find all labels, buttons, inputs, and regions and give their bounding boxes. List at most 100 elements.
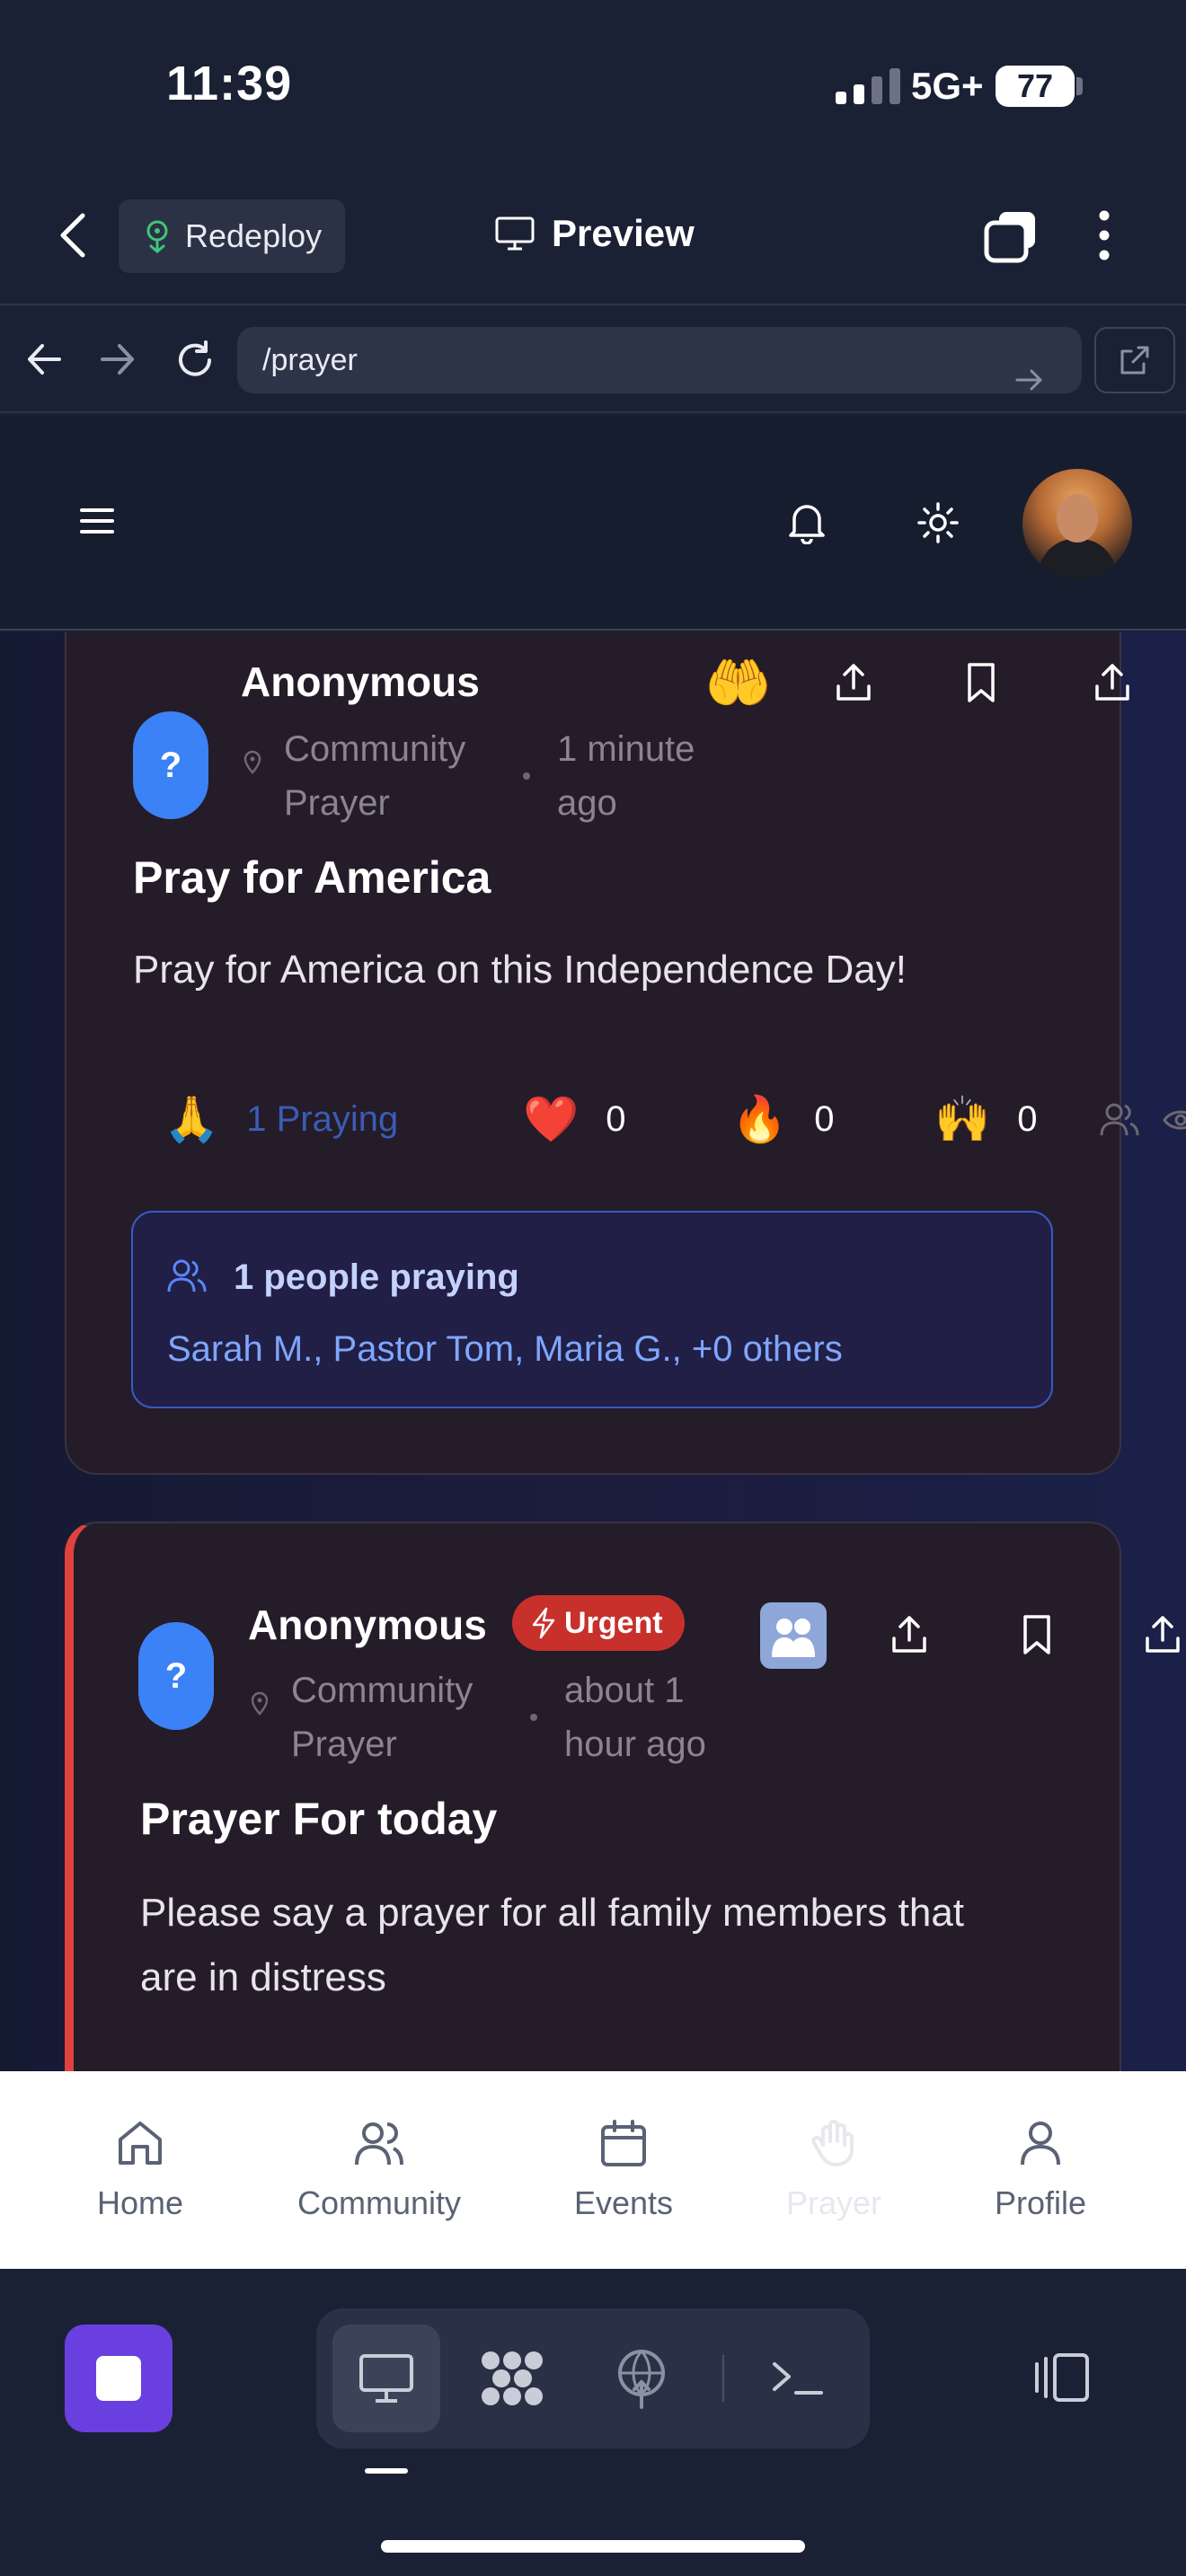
users-icon (355, 2122, 403, 2166)
map-pin-icon (251, 1691, 269, 1716)
map-pin-icon (243, 750, 261, 774)
more-icon[interactable] (1091, 208, 1118, 262)
timestamp-line: ago (557, 783, 617, 823)
category-line: Community (284, 729, 466, 769)
battery-icon: 77 (996, 66, 1075, 107)
battery-nub (1076, 77, 1083, 95)
active-indicator (365, 2468, 408, 2474)
raised-hands-icon: 🙌 (934, 1093, 991, 1144)
redeploy-button[interactable]: Redeploy (119, 199, 345, 273)
nav-label: Profile (994, 2184, 1087, 2221)
reaction-count: 0 (606, 1098, 626, 1139)
terminal-tool-button[interactable] (744, 2325, 852, 2432)
deploy-icon (146, 220, 168, 253)
share-icon[interactable] (1143, 1613, 1182, 1656)
calendar-icon (601, 2120, 646, 2166)
browser-nav-bar: /prayer (0, 307, 1186, 413)
share-icon[interactable] (834, 661, 873, 704)
home-icon (119, 2122, 162, 2165)
meta-separator (523, 772, 530, 780)
praying-summary-box: 1 people praying Sarah M., Pastor Tom, M… (131, 1211, 1053, 1408)
nav-events[interactable]: Events (516, 2118, 731, 2222)
nav-profile[interactable]: Profile (933, 2118, 1148, 2222)
stop-icon (96, 2356, 141, 2401)
share-icon[interactable] (890, 1613, 929, 1656)
arrow-back-icon[interactable] (25, 341, 63, 377)
post-body-line: Please say a prayer for all family membe… (140, 1891, 965, 1935)
praying-hands-icon: 🙏 (164, 1093, 220, 1144)
go-arrow-icon[interactable] (996, 347, 1062, 413)
prayer-feed: ? Anonymous Community Prayer 1 minute ag… (0, 632, 1186, 2071)
user-icon (1021, 2122, 1060, 2166)
reaction-count: 0 (1017, 1098, 1038, 1139)
back-chevron-icon[interactable] (56, 212, 92, 259)
category-line: Prayer (284, 783, 390, 823)
user-avatar[interactable] (1022, 469, 1132, 578)
open-external-button[interactable] (1094, 327, 1175, 393)
heart-reaction-button[interactable]: ❤️ 0 (523, 1092, 626, 1146)
heart-icon: ❤️ (523, 1093, 580, 1144)
bookmark-icon[interactable] (965, 661, 997, 704)
app-toolbar: Redeploy Preview (0, 180, 1186, 305)
url-input[interactable]: /prayer (237, 327, 1082, 393)
category-line: Prayer (291, 1725, 397, 1764)
deploy-tool-button[interactable] (588, 2325, 695, 2432)
fire-reaction-button[interactable]: 🔥 0 (731, 1092, 835, 1146)
redeploy-label: Redeploy (185, 217, 323, 254)
praying-reaction-button[interactable]: 🙏 1 Praying (164, 1092, 398, 1146)
nav-community[interactable]: Community (271, 2118, 487, 2222)
timestamp-line: 1 minute (557, 729, 695, 769)
status-bar: 11:39 5G+ 77 (0, 0, 1186, 180)
praying-count-title: 1 people praying (234, 1257, 519, 1297)
meta-separator (530, 1714, 537, 1721)
timestamp-line: about 1 (564, 1671, 685, 1710)
clock: 11:39 (166, 57, 293, 110)
urgent-label: Urgent (564, 1605, 663, 1640)
url-text: /prayer (262, 343, 358, 377)
timestamp: about 1 hour ago (564, 1663, 706, 1771)
author-name: Anonymous (248, 1601, 487, 1648)
arrow-forward-icon[interactable] (99, 341, 137, 377)
users-icon[interactable] (1100, 1101, 1139, 1137)
tabs-icon[interactable] (983, 208, 1039, 264)
stop-button[interactable] (65, 2325, 173, 2432)
post-title: Prayer For today (140, 1794, 498, 1844)
home-indicator (381, 2540, 805, 2553)
fire-icon: 🔥 (731, 1093, 788, 1144)
eye-icon[interactable] (1163, 1107, 1186, 1134)
share-icon[interactable] (1093, 661, 1132, 704)
hamburger-menu-icon[interactable] (79, 507, 115, 535)
raised-hands-reaction-button[interactable]: 🙌 0 (934, 1092, 1038, 1146)
dock-tools (316, 2308, 870, 2448)
preview-label: Preview (552, 212, 695, 254)
timestamp-line: hour ago (564, 1725, 706, 1764)
users-icon (167, 1259, 207, 1292)
nav-prayer[interactable]: Prayer (726, 2118, 942, 2222)
sun-icon[interactable] (916, 501, 960, 544)
bookmark-icon[interactable] (1021, 1613, 1053, 1656)
family-icon[interactable] (760, 1602, 827, 1669)
nav-label: Home (96, 2184, 184, 2221)
anonymous-avatar: ? (138, 1622, 214, 1730)
praying-label: 1 Praying (246, 1098, 399, 1139)
dev-dock (0, 2269, 1186, 2576)
reaction-count: 0 (814, 1098, 835, 1139)
network-type: 5G+ (911, 65, 984, 107)
bell-icon[interactable] (787, 501, 827, 544)
nav-label: Prayer (785, 2184, 882, 2221)
grid-blob-icon (482, 2351, 543, 2405)
nav-label: Community (296, 2184, 462, 2221)
nav-label: Events (573, 2184, 674, 2221)
open-hands-emoji-icon[interactable]: 🤲 (704, 652, 772, 715)
external-link-icon (1120, 346, 1149, 375)
preview-title: Preview (494, 212, 695, 255)
divider (722, 2355, 724, 2402)
side-panel-icon[interactable] (1031, 2351, 1091, 2404)
signal-icon (836, 68, 904, 104)
desktop-tool-button[interactable] (332, 2325, 440, 2432)
timestamp: 1 minute ago (557, 722, 695, 830)
nav-home[interactable]: Home (32, 2118, 248, 2222)
urgent-badge: Urgent (512, 1595, 685, 1651)
reload-icon[interactable] (174, 340, 216, 381)
apps-tool-button[interactable] (458, 2325, 566, 2432)
